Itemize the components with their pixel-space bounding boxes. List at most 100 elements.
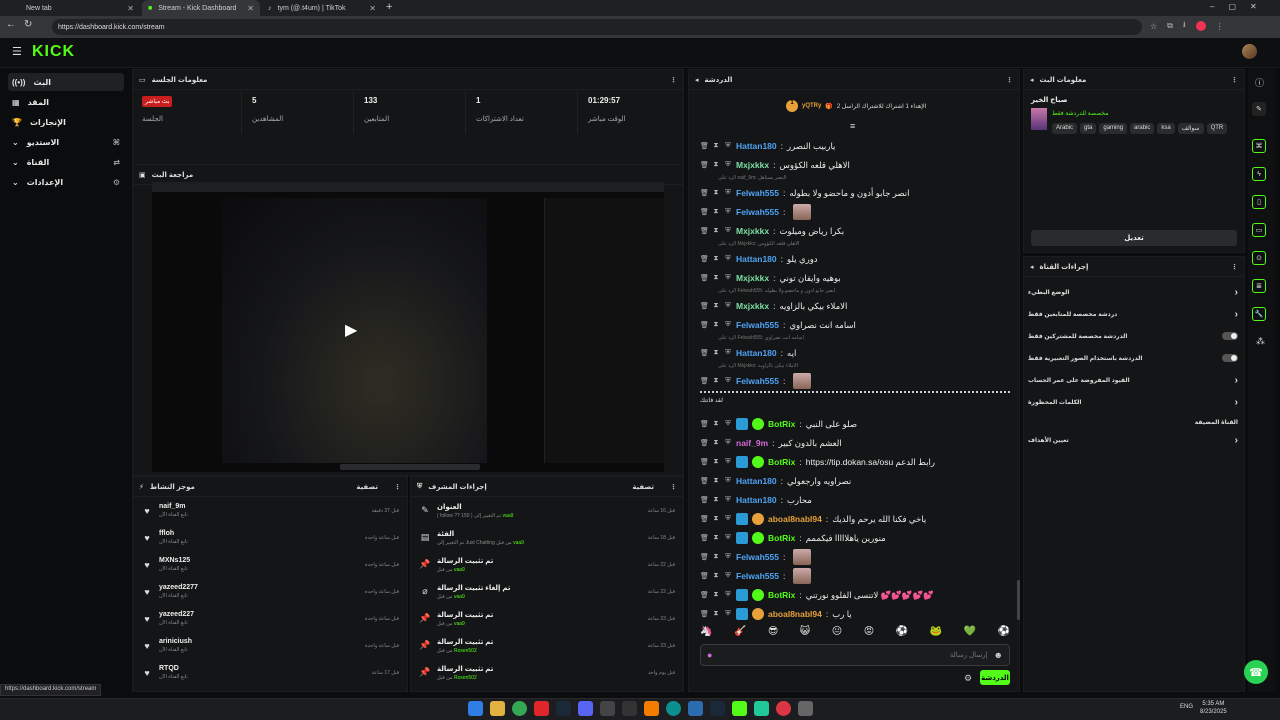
chat-message[interactable]: 🗑 ⧗ ⛨ naif_9m: العشم بالدون كبير	[700, 434, 1010, 452]
app-icon[interactable]	[688, 701, 703, 716]
delete-icon[interactable]: 🗑	[700, 189, 709, 197]
list-icon[interactable]: ≣	[1252, 279, 1266, 293]
chat-username[interactable]: Mxjxkkx	[736, 160, 769, 170]
timeout-icon[interactable]: ⧗	[712, 553, 720, 561]
delete-icon[interactable]: 🗑	[700, 227, 709, 235]
more-icon[interactable]: ⋮	[1006, 76, 1013, 84]
follower-name[interactable]: RTQD	[159, 665, 188, 672]
delete-icon[interactable]: 🗑	[700, 591, 709, 599]
chat-message[interactable]: 🗑 ⧗ ⛨ aboal8nabl94: يا رب	[700, 605, 1010, 623]
clock[interactable]: 5:35 AM 8/23/2025	[1200, 700, 1227, 716]
chat-username[interactable]: BotRix	[768, 457, 795, 467]
extensions-icon[interactable]: ⧉	[1167, 21, 1173, 31]
edit-stream-button[interactable]: تعديل	[1031, 230, 1237, 246]
gear-icon[interactable]: ⚙	[964, 673, 972, 684]
chat-username[interactable]: Felwah555	[736, 552, 779, 562]
follower-name[interactable]: MXNs125	[159, 557, 190, 564]
more-icon[interactable]: ⋮	[670, 483, 677, 491]
more-icon[interactable]: ⋮	[670, 76, 677, 84]
chat-message[interactable]: 🗑 ⧗ ⛨ Mxjxkkx: بكرا رياض وميلوت	[700, 222, 1010, 240]
steam-icon[interactable]	[556, 701, 571, 716]
category-name[interactable]: مخصصة للدردشة فقط	[1052, 110, 1108, 117]
app-icon[interactable]	[600, 701, 615, 716]
youtube-icon[interactable]	[534, 701, 549, 716]
sidebar-item-dashboard[interactable]: ▦ المقد	[8, 93, 124, 111]
timeout-icon[interactable]: ⧗	[712, 302, 720, 310]
timeout-icon[interactable]: ⧗	[712, 572, 720, 580]
delete-icon[interactable]: 🗑	[700, 458, 709, 466]
timeout-icon[interactable]: ⧗	[712, 439, 720, 447]
delete-icon[interactable]: 🗑	[700, 274, 709, 282]
filter-button[interactable]: تصفية	[356, 483, 378, 491]
set-goals-setting[interactable]: تعيين الأهداف ›	[1028, 430, 1238, 450]
discord-icon[interactable]	[578, 701, 593, 716]
delete-icon[interactable]: 🗑	[700, 534, 709, 542]
sidebar-item-settings[interactable]: ⌄ الإعدادات ⚙	[8, 173, 124, 191]
emote-icon[interactable]: ⚽	[998, 626, 1010, 642]
lightning-icon[interactable]: ϟ	[1252, 167, 1266, 181]
support-chat-button[interactable]: ☎	[1244, 660, 1268, 684]
follower-name[interactable]: ffloh	[159, 530, 188, 537]
chat-input[interactable]: ● إرسال رسالة ☻	[700, 644, 1010, 666]
chat-username[interactable]: aboal8nabl94	[768, 609, 822, 619]
close-icon[interactable]: ✕	[247, 4, 254, 13]
chat-username[interactable]: Felwah555	[736, 571, 779, 581]
emote-icon[interactable]: 🐸	[930, 626, 942, 642]
chat-username[interactable]: Hattan180	[736, 476, 777, 486]
chat-username[interactable]: aboal8nabl94	[768, 514, 822, 524]
chat-message[interactable]: 🗑 ⧗ ⛨ BotRix: لاتنسى الفلوو نورتني 💕💕💕💕💕	[700, 586, 1010, 604]
pencil-icon[interactable]: ✎	[1252, 102, 1266, 116]
chat-username[interactable]: Felwah555	[736, 320, 779, 330]
chat-username[interactable]: Felwah555	[736, 207, 779, 217]
chat-scrollbar[interactable]	[1017, 580, 1020, 620]
delete-icon[interactable]: 🗑	[700, 208, 709, 216]
timeout-icon[interactable]: ⧗	[712, 458, 720, 466]
sidebar-item-channel[interactable]: ⌄ القناة ⇄	[8, 153, 124, 171]
moderator-name[interactable]: vaa9	[513, 540, 524, 546]
chat-username[interactable]: Mxjxkkx	[736, 273, 769, 283]
follower-name[interactable]: ariniciush	[159, 638, 192, 645]
stream-video[interactable]	[152, 182, 664, 472]
filter-button[interactable]: تصفية	[632, 483, 654, 491]
emote-icon[interactable]: 🎸	[734, 626, 746, 642]
sidebar-item-achievements[interactable]: 🏆 الإنجازات	[8, 113, 124, 131]
close-icon[interactable]: ✕	[127, 4, 134, 13]
reload-icon[interactable]: ↻	[24, 19, 32, 30]
subscribers-only-toggle[interactable]	[1222, 332, 1238, 340]
delete-icon[interactable]: 🗑	[700, 572, 709, 580]
chat-message[interactable]: 🗑 ⧗ ⛨ Felwah555:	[700, 567, 1010, 585]
app-icon[interactable]	[754, 701, 769, 716]
chat-username[interactable]: BotRix	[768, 533, 795, 543]
missed-messages-divider[interactable]: لقد فاتتك	[700, 391, 1010, 413]
chat-message[interactable]: 🗑 ⧗ ⛨ Hattan180: دوري يلو	[700, 250, 1010, 268]
chat-message[interactable]: 🗑 ⧗ ⛨ BotRix: منورين ياهلااااا فيكممم	[700, 529, 1010, 547]
delete-icon[interactable]: 🗑	[700, 439, 709, 447]
close-icon[interactable]: ✕	[369, 4, 376, 13]
timeout-icon[interactable]: ⧗	[712, 321, 720, 329]
delete-icon[interactable]: 🗑	[700, 420, 709, 428]
more-icon[interactable]: ⋮	[1231, 76, 1238, 84]
file-explorer-icon[interactable]	[490, 701, 505, 716]
timeout-icon[interactable]: ⧗	[712, 274, 720, 282]
delete-icon[interactable]: 🗑	[700, 349, 709, 357]
language-indicator[interactable]: ENG	[1180, 704, 1193, 710]
emote-icon[interactable]: 😐	[832, 626, 842, 642]
shortcut-icon[interactable]: ⌘	[1252, 139, 1266, 153]
chat-message[interactable]: 🗑 ⧗ ⛨ aboal8nabl94: ياخي فكنا الله يرحم والد…	[700, 510, 1010, 528]
kick-logo[interactable]: KICK	[32, 43, 75, 61]
banned-words-setting[interactable]: الكلمات المحظورة ›	[1028, 392, 1238, 412]
delete-icon[interactable]: 🗑	[700, 515, 709, 523]
chat-username[interactable]: Hattan180	[736, 141, 777, 151]
delete-icon[interactable]: 🗑	[700, 161, 709, 169]
moderator-name[interactable]: vaa9	[454, 621, 465, 627]
chat-message[interactable]: 🗑 ⧗ ⛨ BotRix: https://tip.dokan.sa/osu رابط …	[700, 453, 1010, 471]
timeout-icon[interactable]: ⧗	[712, 377, 720, 385]
sidebar-item-studio[interactable]: ⌄ الاستديو ⌘	[8, 133, 124, 151]
follower-name[interactable]: yazeed2277	[159, 584, 198, 591]
app-icon[interactable]	[622, 701, 637, 716]
filter-icon[interactable]: ≡	[850, 121, 855, 131]
timeout-icon[interactable]: ⧗	[712, 142, 720, 150]
delete-icon[interactable]: 🗑	[700, 142, 709, 150]
more-icon[interactable]: ⋮	[1231, 263, 1238, 271]
chat-message[interactable]: 🗑 ⧗ ⛨ Mxjxkkx: الاملاء بيكي بالزاويه	[700, 297, 1010, 315]
